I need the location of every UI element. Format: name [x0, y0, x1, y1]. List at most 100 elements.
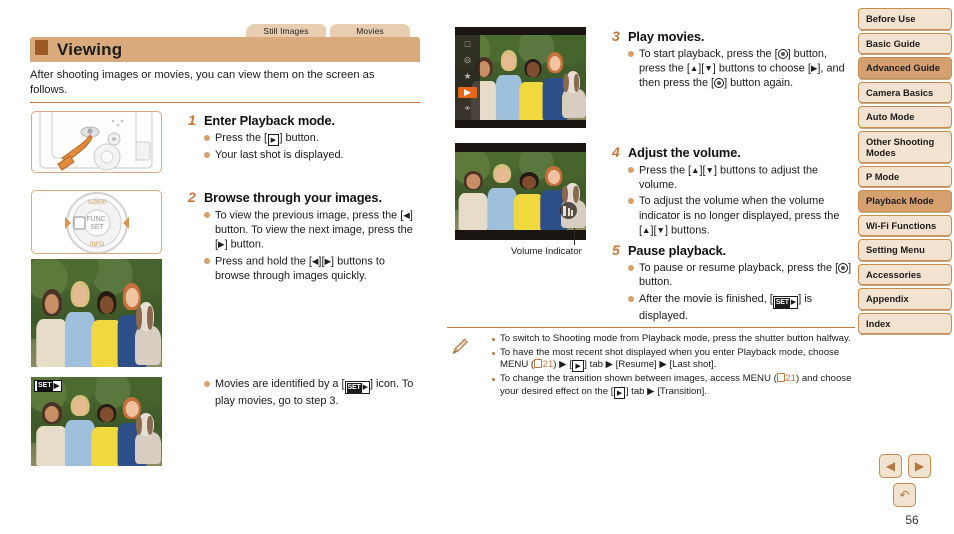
step-4-bullet-1: Press the [▲][▼] buttons to adjust the v…	[628, 163, 852, 192]
bullet-dot-icon	[204, 212, 210, 218]
slow-motion-icon[interactable]: ⚭	[461, 103, 474, 114]
sidebar-item-basic-guide[interactable]: Basic Guide	[858, 32, 952, 54]
sidebar-item-label: Before Use	[866, 13, 916, 24]
step-3: 3 Play movies. To start playback, press …	[612, 28, 852, 93]
sidebar-item-label: Other Shooting Modes	[866, 135, 935, 158]
sidebar-item-camera-basics[interactable]: Camera Basics	[858, 81, 952, 103]
step-1: 1 Enter Playback mode. Press the [] butt…	[188, 112, 420, 164]
note-divider	[447, 327, 855, 328]
set-label: SET	[37, 381, 53, 391]
bullet-dot-icon	[628, 167, 634, 173]
thumbnail-movie: SET ▶	[31, 377, 162, 466]
func-set-button-icon	[714, 77, 725, 88]
last-shot-label: [Last shot]	[669, 359, 714, 371]
bullet-dot-icon	[628, 265, 634, 271]
next-page-button[interactable]: ▶	[908, 454, 931, 478]
note-list: To switch to Shooting mode from Playback…	[492, 333, 855, 399]
step-1-bullet-1: Press the [] button.	[204, 131, 420, 146]
step-5-number: 5	[612, 242, 620, 258]
caption-leader-line	[574, 228, 575, 245]
step-5-title: Pause playback.	[628, 243, 727, 258]
step-2-bullet-2: Press and hold the [◀][▶] buttons to bro…	[204, 254, 420, 283]
sidebar-item-label: Appendix	[866, 293, 909, 304]
intro-paragraph: After shooting images or movies, you can…	[30, 69, 375, 96]
movie-identification-note: Movies are identified by a [SET ▶] icon. …	[188, 377, 420, 410]
note-bullet-icon	[492, 351, 495, 355]
right-arrow-icon: ▶	[218, 239, 225, 250]
note-box: To switch to Shooting mode from Playback…	[450, 333, 855, 400]
bullet-dot-icon	[204, 135, 210, 141]
previous-page-button[interactable]: ◀	[879, 454, 902, 478]
step-5-bullet-2: After the movie is finished, [SET ▶] is d…	[628, 292, 852, 323]
sidebar-item-wifi-functions[interactable]: Wi-Fi Functions	[858, 214, 952, 236]
sidebar-item-before-use[interactable]: Before Use	[858, 8, 952, 30]
svg-text:FUNC.: FUNC.	[86, 216, 107, 223]
play-icon[interactable]: ▶	[458, 87, 477, 98]
play-arrow-icon: ▶	[810, 63, 818, 74]
manual-page: Still Images Movies Viewing After shooti…	[0, 0, 954, 534]
step-3-title: Play movies.	[628, 29, 705, 44]
sidebar-item-advanced-guide[interactable]: Advanced Guide	[858, 57, 952, 79]
bullet-dot-icon	[204, 381, 210, 387]
step-4: 4 Adjust the volume. Press the [▲][▼] bu…	[612, 144, 852, 240]
note-item-3: To change the transition shown between i…	[492, 373, 855, 399]
protect-icon[interactable]: ⊝	[461, 55, 474, 66]
down-arrow-icon: ▼	[704, 63, 713, 74]
up-arrow-icon: ▲	[691, 165, 700, 175]
sidebar-item-p-mode[interactable]: P Mode	[858, 165, 952, 187]
svg-text:SET: SET	[90, 224, 104, 231]
step-4-bullet-2: To adjust the volume when the volume ind…	[628, 194, 852, 238]
bullet-dot-icon	[204, 258, 210, 265]
func-set-button-icon	[838, 262, 849, 273]
sidebar-item-appendix[interactable]: Appendix	[858, 288, 952, 310]
step-4-number: 4	[612, 144, 620, 160]
sidebar-item-label: Camera Basics	[866, 86, 934, 98]
playback-button-icon	[267, 134, 279, 146]
camera-body-drawing	[39, 112, 153, 171]
set-play-inline-icon: SET ▶	[344, 381, 370, 394]
volume-indicator-icon	[560, 202, 577, 219]
sidebar-item-label: Auto Mode	[866, 111, 915, 122]
title-accent-square	[35, 39, 48, 55]
sidebar-item-auto-mode[interactable]: Auto Mode	[858, 106, 952, 128]
up-arrow-icon: ▲	[689, 63, 699, 74]
note-item-2: To have the most recent shot displayed w…	[492, 347, 855, 373]
movie-note-bullet: Movies are identified by a [SET ▶] icon. …	[204, 377, 420, 408]
page-reference: 21	[776, 373, 796, 384]
illustration-four-way-dial: FUNC. SET \u2600 INFO	[31, 190, 162, 254]
sidebar-item-other-shooting-modes[interactable]: Other Shooting Modes	[858, 130, 952, 163]
back-button[interactable]: ↶	[893, 483, 916, 507]
edit-icon[interactable]: ✎	[461, 119, 474, 120]
sidebar-item-label: Index	[866, 317, 891, 329]
note-item-1-text: To switch to Shooting mode from Playback…	[500, 333, 851, 344]
step-2-title: Browse through your images.	[204, 190, 382, 205]
sidebar-item-setting-menu[interactable]: Setting Menu	[858, 239, 952, 261]
book-icon	[776, 373, 785, 383]
menu-label: MENU	[742, 373, 771, 385]
resume-label: [Resume]	[615, 359, 657, 371]
thumbnail-still-image	[31, 259, 162, 367]
func-set-button-icon	[777, 48, 788, 59]
playback-tab-icon	[613, 386, 626, 399]
volume-indicator-caption: Volume Indicator	[511, 246, 582, 257]
exit-icon[interactable]: □	[461, 39, 474, 50]
favorite-star-icon[interactable]: ★	[461, 71, 474, 82]
left-column-divider	[30, 102, 420, 103]
bullet-dot-icon	[628, 295, 634, 302]
play-glyph: ▶	[53, 381, 60, 390]
sidebar-item-label: Setting Menu	[866, 244, 925, 255]
step-2-bullet-1: To view the previous image, press the [◀…	[204, 208, 420, 252]
step-2-number: 2	[188, 189, 196, 205]
sidebar-navigation: Before Use Basic Guide Advanced Guide Ca…	[858, 8, 952, 337]
movie-control-panel[interactable]: □ ⊝ ★ ▶ ⚭ ✎	[455, 35, 480, 120]
sidebar-item-index[interactable]: Index	[858, 312, 952, 334]
step-2: 2 Browse through your images. To view th…	[188, 189, 420, 286]
sidebar-item-playback-mode[interactable]: Playback Mode	[858, 190, 952, 212]
bullet-dot-icon	[628, 51, 634, 57]
sidebar-item-accessories[interactable]: Accessories	[858, 263, 952, 285]
lcd-volume-indicator	[455, 143, 586, 240]
step-5-bullet-1: To pause or resume playback, press the […	[628, 261, 852, 290]
bullet-dot-icon	[628, 198, 634, 205]
down-arrow-icon: ▼	[705, 165, 714, 175]
sidebar-item-label: Basic Guide	[866, 37, 921, 49]
